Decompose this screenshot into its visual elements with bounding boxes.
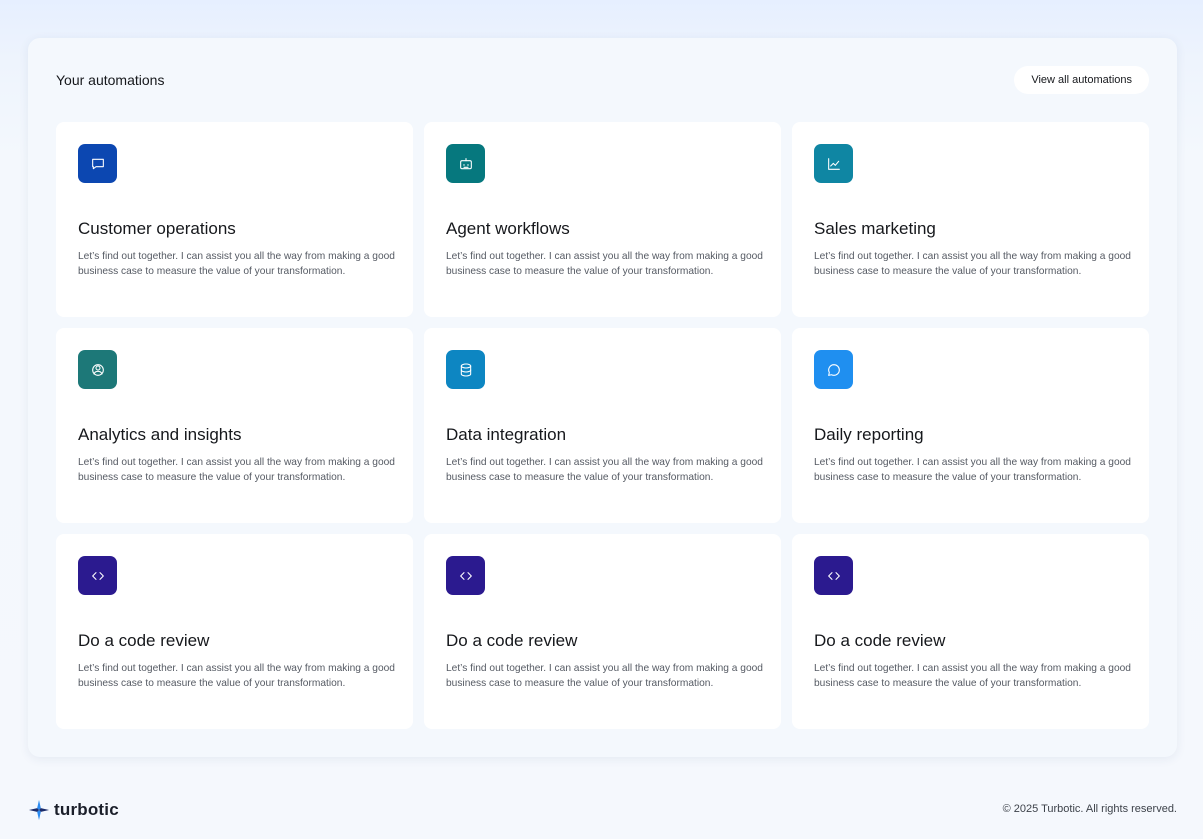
database-icon xyxy=(446,350,485,389)
card-description: Let’s find out together. I can assist yo… xyxy=(814,251,1131,278)
card-title: Daily reporting xyxy=(814,425,924,444)
card-description: Let’s find out together. I can assist yo… xyxy=(814,457,1131,484)
card-description: Let’s find out together. I can assist yo… xyxy=(446,663,763,690)
card-title: Data integration xyxy=(446,425,567,444)
automation-cards-grid: Customer operations Let’s find out toget… xyxy=(56,122,1149,729)
panel-title: Your automations xyxy=(56,72,165,88)
card-description: Let’s find out together. I can assist yo… xyxy=(814,663,1131,690)
turbotic-logo-icon xyxy=(28,799,50,821)
view-all-automations-button[interactable]: View all automations xyxy=(1014,66,1149,94)
card-description: Let’s find out together. I can assist yo… xyxy=(446,251,763,278)
automation-card[interactable]: Customer operations Let’s find out toget… xyxy=(56,122,413,317)
card-title: Do a code review xyxy=(78,631,210,650)
card-title: Do a code review xyxy=(446,631,578,650)
card-description: Let’s find out together. I can assist yo… xyxy=(78,663,395,690)
card-title: Customer operations xyxy=(78,219,236,238)
automation-card[interactable]: Do a code review Let’s find out together… xyxy=(424,534,781,729)
brand-name: turbotic xyxy=(54,800,119,819)
bot-icon xyxy=(446,144,485,183)
card-title: Do a code review xyxy=(814,631,946,650)
automation-card[interactable]: Do a code review Let’s find out together… xyxy=(792,534,1149,729)
card-description: Let’s find out together. I can assist yo… xyxy=(446,457,763,484)
code-icon xyxy=(814,556,853,595)
card-description: Let’s find out together. I can assist yo… xyxy=(78,457,395,484)
users-icon xyxy=(78,350,117,389)
automations-panel: Your automations View all automations Cu… xyxy=(28,38,1177,757)
card-title: Sales marketing xyxy=(814,219,936,238)
panel-header: Your automations View all automations xyxy=(56,66,1149,96)
copyright-text: © 2025 Turbotic. All rights reserved. xyxy=(1002,803,1177,815)
card-title: Analytics and insights xyxy=(78,425,242,444)
automation-card[interactable]: Agent workflows Let’s find out together.… xyxy=(424,122,781,317)
card-title: Agent workflows xyxy=(446,219,570,238)
message-square-icon xyxy=(78,144,117,183)
code-icon xyxy=(446,556,485,595)
automation-card[interactable]: Data integration Let’s find out together… xyxy=(424,328,781,523)
automation-card[interactable]: Sales marketing Let’s find out together.… xyxy=(792,122,1149,317)
automation-card[interactable]: Analytics and insights Let’s find out to… xyxy=(56,328,413,523)
automation-card[interactable]: Daily reporting Let’s find out together.… xyxy=(792,328,1149,523)
turbotic-logo[interactable]: turbotic xyxy=(28,798,119,822)
automation-card[interactable]: Do a code review Let’s find out together… xyxy=(56,534,413,729)
card-description: Let’s find out together. I can assist yo… xyxy=(78,251,395,278)
code-icon xyxy=(78,556,117,595)
message-circle-icon xyxy=(814,350,853,389)
trending-chart-icon xyxy=(814,144,853,183)
